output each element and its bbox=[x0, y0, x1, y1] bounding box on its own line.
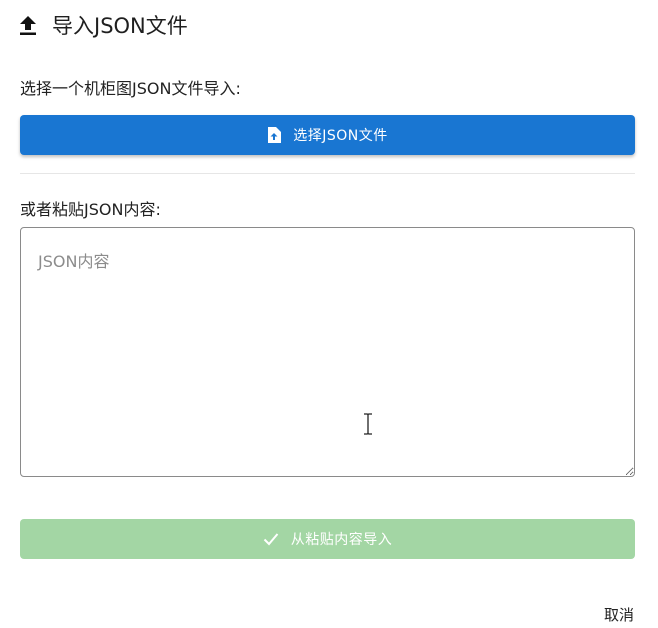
cancel-button[interactable]: 取消 bbox=[604, 604, 634, 625]
import-from-paste-button-label: 从粘贴内容导入 bbox=[290, 532, 393, 548]
check-icon bbox=[263, 532, 279, 546]
import-from-paste-button[interactable]: 从粘贴内容导入 bbox=[20, 519, 635, 559]
json-content-textarea[interactable] bbox=[20, 227, 635, 477]
upload-icon bbox=[18, 14, 38, 36]
paste-json-label: 或者粘贴JSON内容: bbox=[20, 200, 161, 219]
dialog-header: 导入JSON文件 bbox=[18, 10, 188, 40]
select-json-file-button-label: 选择JSON文件 bbox=[293, 128, 388, 144]
divider bbox=[20, 173, 635, 174]
select-file-label: 选择一个机柜图JSON文件导入: bbox=[20, 79, 241, 98]
file-upload-icon bbox=[267, 127, 282, 143]
import-json-dialog: 导入JSON文件 选择一个机柜图JSON文件导入: 选择JSON文件 或者粘贴J… bbox=[0, 0, 658, 628]
dialog-title: 导入JSON文件 bbox=[52, 14, 188, 38]
select-json-file-button[interactable]: 选择JSON文件 bbox=[20, 115, 635, 155]
